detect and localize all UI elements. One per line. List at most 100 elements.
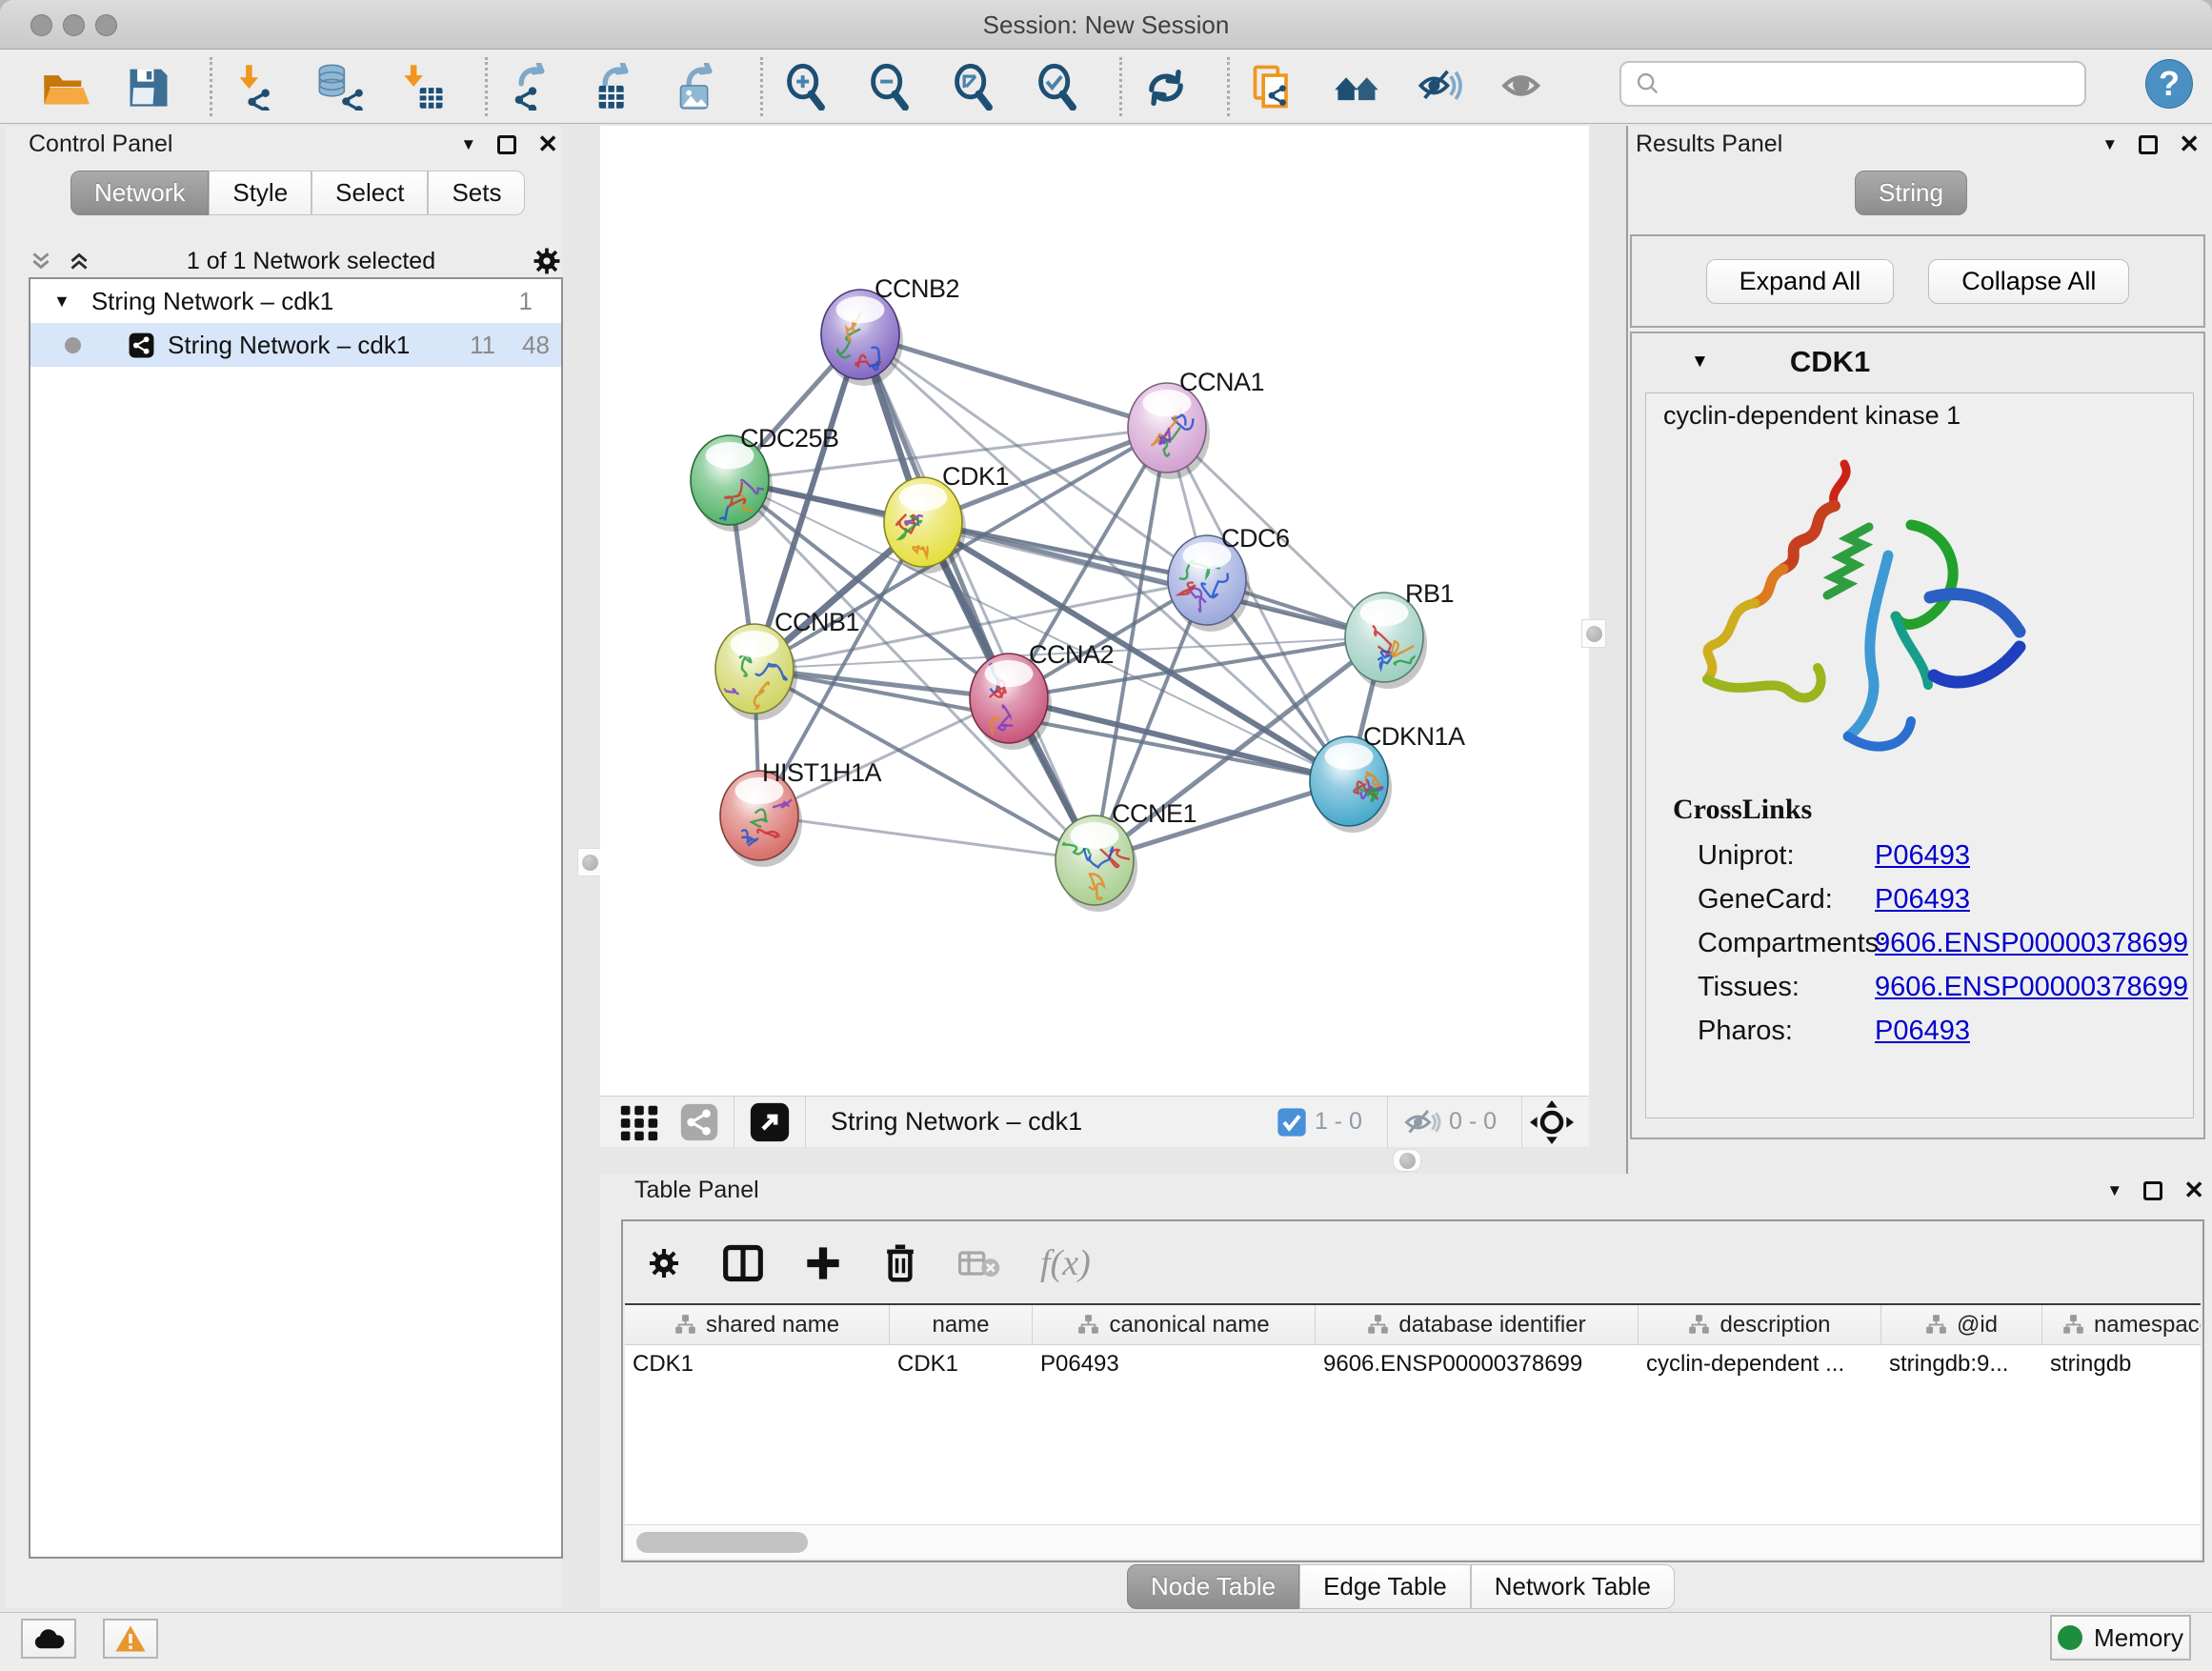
search-input[interactable] [1671, 70, 2084, 98]
crosslink-row: Uniprot: P06493 [1698, 834, 2174, 877]
hidden-eye-icon [1403, 1108, 1441, 1137]
svg-text:CDK1: CDK1 [942, 462, 1009, 491]
crosslink-label: Uniprot: [1698, 840, 1875, 872]
control-panel: Control Panel ▼ ✕ NetworkStyleSelectSets… [6, 126, 562, 1608]
status-bar: Memory [0, 1612, 2212, 1671]
duplicate-network-icon[interactable] [1247, 57, 1300, 116]
add-column-plus-icon[interactable] [804, 1244, 842, 1282]
panel-menu-caret-icon[interactable]: ▼ [460, 135, 476, 154]
panel-menu-caret-icon[interactable]: ▼ [2106, 1181, 2122, 1200]
column-header-id[interactable]: @id [1881, 1305, 2042, 1344]
warnings-button[interactable] [103, 1619, 158, 1659]
crosslink-label: Pharos: [1698, 1016, 1875, 1047]
table-cell[interactable]: stringdb:9... [1881, 1345, 2042, 1383]
panel-menu-caret-icon[interactable]: ▼ [2101, 135, 2118, 154]
network-graph[interactable]: CCNB2CCNA1CDC25BCDK1CDC6RB1CCNB1CCNA2CDK… [600, 126, 1589, 1096]
table-hscrollbar-thumb[interactable] [636, 1532, 808, 1553]
column-header-name[interactable]: name [890, 1305, 1033, 1344]
zoom-out-icon[interactable] [864, 57, 917, 116]
network-view-toolbar: String Network – cdk1 1 - 0 0 - 0 [600, 1096, 1589, 1147]
memory-status-dot [2058, 1625, 2082, 1650]
left-splitter-handle[interactable] [577, 848, 602, 876]
birds-eye-view-icon[interactable] [750, 1102, 790, 1142]
zoom-in-icon[interactable] [780, 57, 834, 116]
protein-section: ▼ CDK1 cyclin-dependent kinase 1 [1630, 332, 2205, 1139]
close-panel-icon[interactable]: ✕ [2179, 130, 2200, 159]
table-hscrollbar[interactable] [625, 1524, 2201, 1559]
column-header-databaseidentifier[interactable]: database identifier [1316, 1305, 1639, 1344]
collection-caret-icon[interactable]: ▼ [53, 292, 70, 312]
grid-view-icon[interactable] [617, 1100, 661, 1144]
table-cell[interactable]: P06493 [1033, 1345, 1316, 1383]
zoom-selected-icon[interactable] [1032, 57, 1085, 116]
column-header-sharedname[interactable]: shared name [625, 1305, 890, 1344]
cloud-button[interactable] [21, 1619, 76, 1659]
help-icon[interactable]: ? [2145, 59, 2193, 109]
node-table[interactable]: shared namenamecanonical namedatabase id… [625, 1303, 2201, 1524]
collapse-all-button[interactable]: Collapse All [1928, 259, 2129, 304]
crosslink-link[interactable]: 9606.ENSP00000378699 [1875, 928, 2188, 959]
float-panel-icon[interactable] [497, 135, 516, 154]
selected-node-edge-count: 1 - 0 [1315, 1108, 1362, 1136]
tab-network[interactable]: Network [70, 171, 209, 215]
network-share-toggle-icon[interactable] [680, 1103, 718, 1141]
tab-style[interactable]: Style [209, 171, 312, 215]
export-table-icon[interactable] [589, 57, 642, 116]
hide-selected-icon[interactable] [1415, 57, 1468, 116]
column-header-canonicalname[interactable]: canonical name [1033, 1305, 1316, 1344]
table-cell[interactable]: stringdb [2042, 1345, 2201, 1383]
search-icon [1635, 70, 1661, 97]
table-cell[interactable]: CDK1 [890, 1345, 1033, 1383]
section-caret-icon[interactable]: ▼ [1691, 352, 1709, 372]
delete-column-trash-icon[interactable] [882, 1243, 918, 1283]
table-settings-gear-icon[interactable] [646, 1245, 682, 1281]
expand-all-button[interactable]: Expand All [1706, 259, 1895, 304]
selected-checkbox-icon[interactable] [1277, 1107, 1307, 1137]
tab-string[interactable]: String [1855, 171, 1967, 215]
column-header-namespace[interactable]: namespace [2042, 1305, 2201, 1344]
fit-crosshair-icon[interactable] [1530, 1100, 1574, 1144]
search-box[interactable] [1619, 61, 2086, 107]
right-splitter-handle[interactable] [1581, 619, 1606, 648]
crosslink-link[interactable]: 9606.ENSP00000378699 [1875, 972, 2188, 1003]
gear-icon[interactable] [531, 245, 563, 277]
table-cell[interactable]: 9606.ENSP00000378699 [1316, 1345, 1639, 1383]
crosslink-link[interactable]: P06493 [1875, 1016, 1970, 1047]
close-panel-icon[interactable]: ✕ [2183, 1176, 2204, 1205]
home-icon[interactable] [1331, 57, 1384, 116]
network-share-icon [129, 332, 154, 358]
network-row-selected[interactable]: String Network – cdk1 11 48 [30, 323, 561, 367]
memory-button[interactable]: Memory [2050, 1615, 2191, 1661]
table-row[interactable]: CDK1CDK1P064939606.ENSP00000378699cyclin… [625, 1345, 2201, 1383]
delete-table-icon [958, 1247, 1000, 1279]
float-panel-icon[interactable] [2143, 1181, 2162, 1200]
crosslink-link[interactable]: P06493 [1875, 840, 1970, 872]
tab-edge-table[interactable]: Edge Table [1299, 1564, 1471, 1609]
table-cell[interactable]: cyclin-dependent ... [1639, 1345, 1881, 1383]
tab-select[interactable]: Select [312, 171, 428, 215]
show-columns-icon[interactable] [722, 1242, 764, 1284]
close-panel-icon[interactable]: ✕ [537, 130, 558, 159]
collapse-all-chevron-icon[interactable] [29, 249, 53, 273]
export-network-icon[interactable] [505, 57, 558, 116]
tab-node-table[interactable]: Node Table [1127, 1564, 1299, 1609]
float-panel-icon[interactable] [2139, 135, 2158, 154]
network-canvas[interactable]: CCNB2CCNA1CDC25BCDK1CDC6RB1CCNB1CCNA2CDK… [600, 126, 1589, 1096]
network-collection-row[interactable]: ▼ String Network – cdk1 1 [30, 279, 561, 323]
bottom-splitter-handle[interactable] [1393, 1149, 1421, 1172]
import-table-icon[interactable] [397, 57, 451, 116]
protein-description: cyclin-dependent kinase 1 [1663, 401, 1961, 431]
crosslink-link[interactable]: P06493 [1875, 884, 1970, 916]
zoom-fit-icon[interactable] [948, 57, 1001, 116]
export-image-icon[interactable] [673, 57, 726, 116]
tab-sets[interactable]: Sets [428, 171, 525, 215]
save-session-icon[interactable] [122, 57, 175, 116]
refresh-icon[interactable] [1139, 57, 1193, 116]
tab-network-table[interactable]: Network Table [1471, 1564, 1675, 1609]
column-header-description[interactable]: description [1639, 1305, 1881, 1344]
import-network-icon[interactable] [230, 57, 283, 116]
expand-all-chevron-icon[interactable] [67, 249, 91, 273]
table-cell[interactable]: CDK1 [625, 1345, 890, 1383]
import-network-database-icon[interactable] [313, 57, 367, 116]
open-session-icon[interactable] [38, 57, 91, 116]
